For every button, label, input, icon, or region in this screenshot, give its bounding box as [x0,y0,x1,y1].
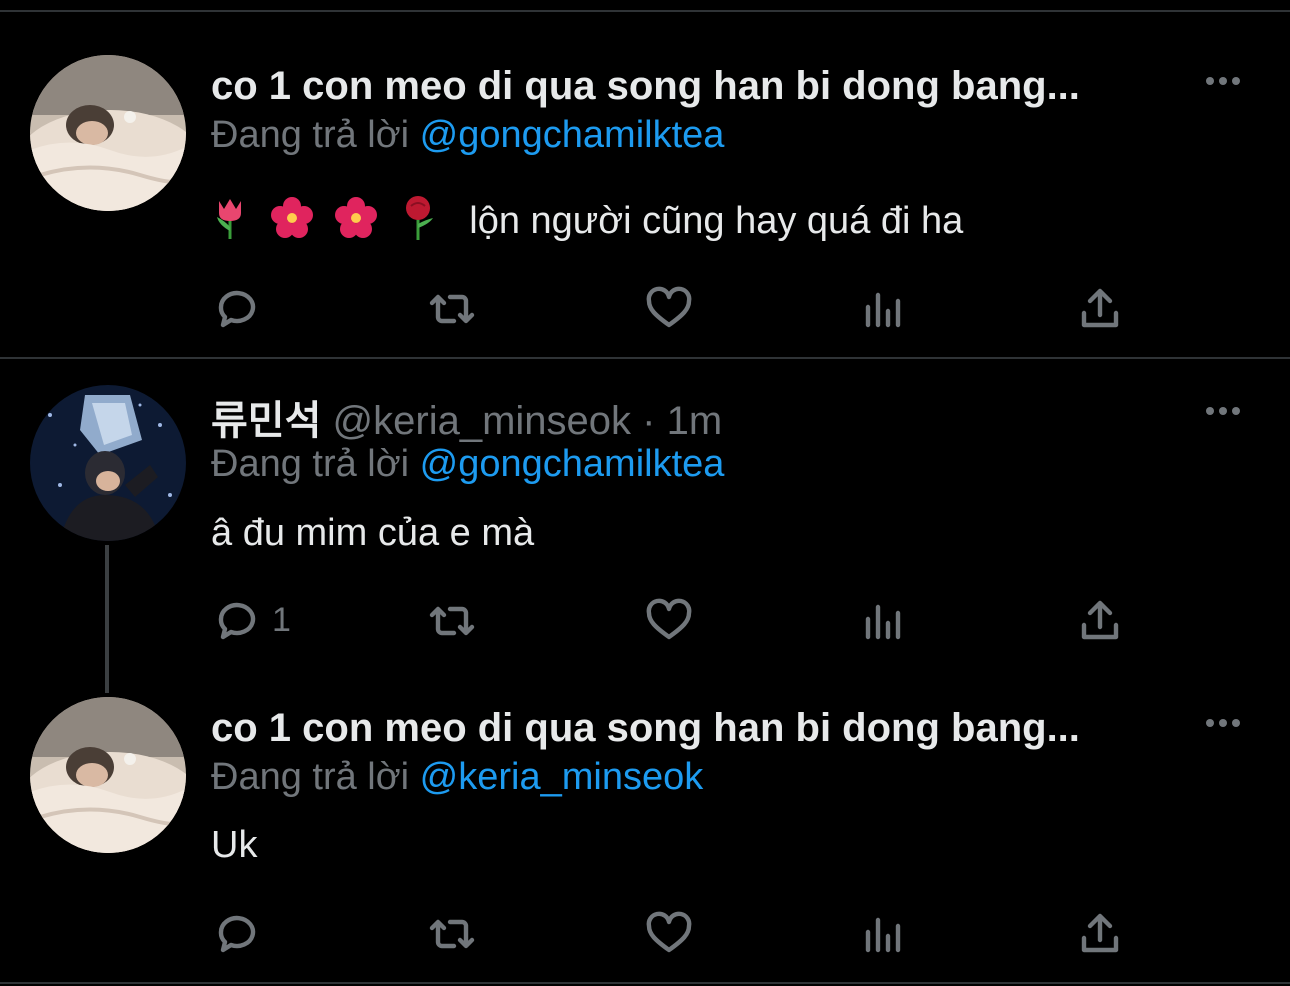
tweet-header: co 1 con meo di qua song han bi dong ban… [211,64,1080,109]
reply-icon[interactable] [213,910,263,960]
tweet-text: â đu mim của e mà [211,512,535,554]
like-icon[interactable] [645,285,695,335]
display-name[interactable]: 류민석 [211,399,321,443]
analytics-icon[interactable] [860,285,910,335]
share-icon[interactable] [1076,285,1126,335]
display-name[interactable]: co 1 con meo di qua song han bi dong ban… [211,64,1080,108]
reply-icon[interactable] [213,597,263,647]
avatar[interactable] [30,385,186,541]
replying-to: Đang trả lời @keria_minseok [211,756,703,799]
top-divider [0,10,1290,12]
tweet-actions: 1 [0,597,1290,647]
replying-label: Đang trả lời [211,443,410,485]
share-icon[interactable] [1076,597,1126,647]
replying-label: Đang trả lời [211,114,410,156]
replying-label: Đang trả lời [211,756,410,798]
more-icon[interactable] [1206,72,1250,92]
timestamp[interactable]: · 1m [642,399,722,443]
tweet-actions [0,910,1290,960]
tweet-divider [0,357,1290,359]
reply-count: 1 [272,601,291,639]
replying-to: Đang trả lời @gongchamilktea [211,443,724,486]
more-icon[interactable] [1206,402,1250,422]
analytics-icon[interactable] [860,597,910,647]
replying-to: Đang trả lời @gongchamilktea [211,114,724,157]
avatar[interactable] [30,697,186,853]
reply-icon[interactable] [213,285,263,335]
cat-in-bed-avatar-image [30,55,186,211]
tulip-emoji [211,197,249,249]
mention-link[interactable]: @keria_minseok [420,756,704,798]
tweet-text: lộn người cũng hay quá đi ha [211,196,963,250]
display-name[interactable]: co 1 con meo di qua song han bi dong ban… [211,706,1080,750]
tweet-text: Uk [211,824,258,866]
more-icon[interactable] [1206,714,1250,734]
mention-link[interactable]: @gongchamilktea [420,443,725,485]
retweet-icon[interactable] [428,285,478,335]
user-handle[interactable]: @keria_minseok [333,399,632,443]
analytics-icon[interactable] [860,910,910,960]
share-icon[interactable] [1076,910,1126,960]
hibiscus-emoji [270,197,314,249]
retweet-icon[interactable] [428,910,478,960]
like-icon[interactable] [645,597,695,647]
cat-in-bed-avatar-image [30,697,186,853]
tweet-header: 류민석 @keria_minseok · 1m [211,388,722,446]
mention-link[interactable]: @gongchamilktea [420,114,725,156]
trophy-avatar-image [30,385,186,541]
tweet-header: co 1 con meo di qua song han bi dong ban… [211,706,1080,751]
avatar[interactable] [30,55,186,211]
tweet-actions [0,285,1290,335]
like-icon[interactable] [645,910,695,960]
hibiscus-emoji [334,197,378,249]
tweet-text-content: lộn người cũng hay quá đi ha [469,200,964,243]
rose-emoji [399,196,437,250]
retweet-icon[interactable] [428,597,478,647]
bottom-divider [0,982,1290,984]
